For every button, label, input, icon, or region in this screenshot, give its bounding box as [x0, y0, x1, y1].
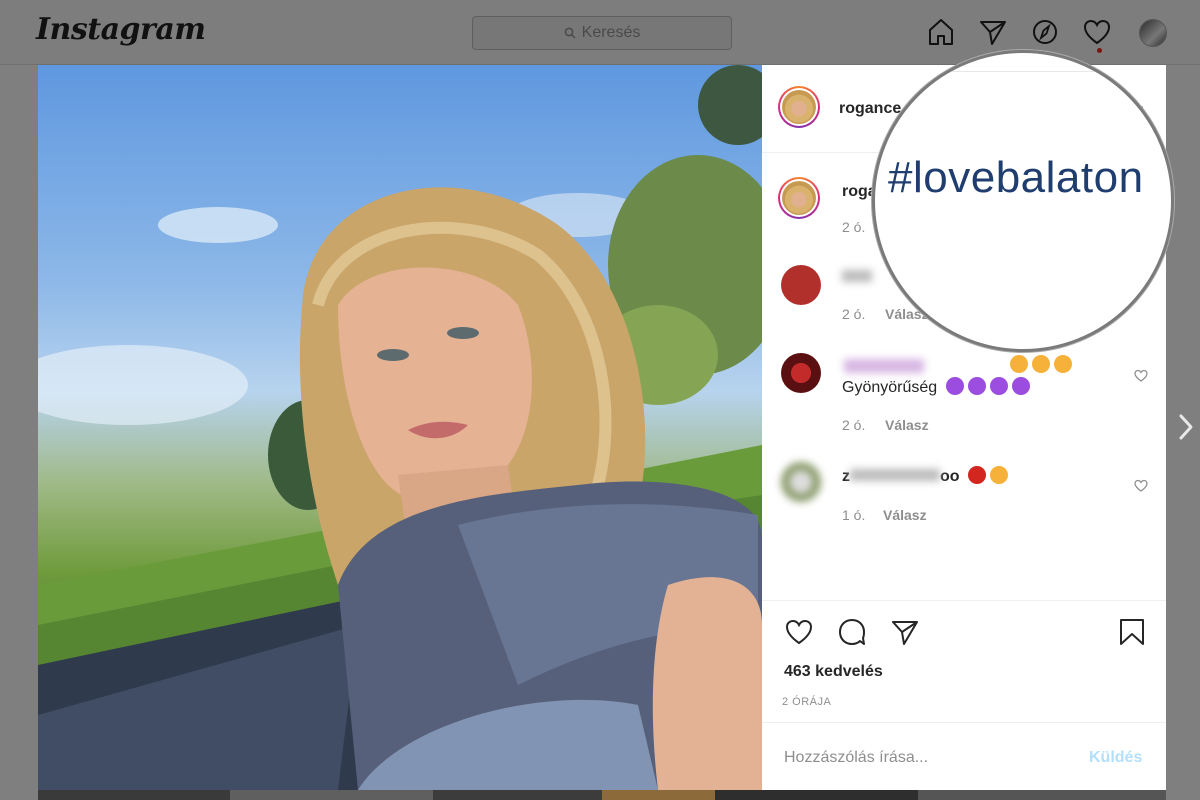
like-heart-icon[interactable] [784, 617, 814, 647]
next-post-chevron-icon[interactable] [1176, 412, 1196, 442]
save-bookmark-icon[interactable] [1117, 617, 1147, 647]
reply-button[interactable]: Válasz [883, 507, 927, 523]
notification-dot [1097, 48, 1102, 53]
comment-time: 2 ó. [842, 417, 866, 433]
magnified-divider [875, 71, 1171, 72]
comment-bubble-icon[interactable] [837, 617, 867, 647]
feed-thumbnails-strip [38, 790, 1166, 800]
selfie-image [38, 65, 762, 790]
magnifier-overlay: #lovebalaton [872, 50, 1174, 352]
explore-icon[interactable] [1030, 17, 1060, 47]
post-photo[interactable] [38, 65, 762, 790]
search-box[interactable]: Keresés [472, 16, 732, 50]
comment-time: 1 ó. [842, 507, 866, 523]
comment-input[interactable] [784, 749, 1064, 767]
search-placeholder: Keresés [581, 24, 641, 41]
add-comment-bar: Küldés [762, 722, 1166, 791]
comment-emojis [1010, 355, 1076, 375]
posted-time: 2 ÓRÁJA [782, 696, 832, 708]
hashtag-link[interactable]: #lovebalaton [888, 153, 1144, 203]
comment-text: Gyönyörűség [842, 377, 1034, 397]
comment-username-blurred [844, 359, 924, 373]
home-icon[interactable] [926, 17, 956, 47]
share-direct-icon[interactable] [890, 617, 920, 647]
comment-avatar[interactable] [781, 265, 821, 305]
profile-avatar[interactable] [1139, 19, 1167, 47]
caption-avatar[interactable] [778, 177, 820, 219]
comment-avatar[interactable] [781, 462, 821, 502]
like-comment-icon[interactable] [1134, 479, 1148, 493]
author-avatar[interactable] [778, 86, 820, 128]
instagram-logo[interactable]: Instagram [36, 12, 206, 47]
comment-username-blurred [842, 270, 872, 282]
like-comment-icon[interactable] [1134, 369, 1148, 383]
comment-line: z oo [842, 466, 1012, 486]
activity-heart-icon[interactable] [1082, 17, 1112, 47]
author-username[interactable]: rogance [839, 100, 901, 118]
search-icon [564, 27, 576, 39]
send-comment-button[interactable]: Küldés [1089, 749, 1142, 767]
direct-icon[interactable] [978, 17, 1008, 47]
comment-avatar[interactable] [781, 353, 821, 393]
reply-button[interactable]: Válasz [885, 417, 929, 433]
likes-count[interactable]: 463 kedvelés [784, 663, 883, 681]
comment-time: 2 ó. [842, 306, 866, 322]
caption-time: 2 ó. [842, 219, 866, 235]
